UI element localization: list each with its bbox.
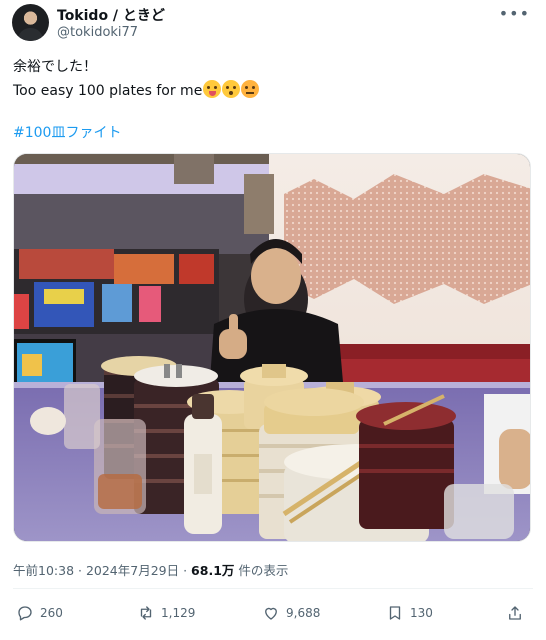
like-count: 9,688	[286, 606, 321, 620]
hashtag-link[interactable]: #100皿ファイト	[13, 122, 121, 142]
photo-sushi-plates	[14, 154, 530, 541]
bookmark-button[interactable]: 130	[386, 604, 433, 622]
tweet-text-line-2: Too easy 100 plates for me	[13, 80, 260, 99]
bookmark-count: 130	[410, 606, 433, 620]
heart-icon	[265, 607, 277, 620]
reply-count: 260	[40, 606, 63, 620]
tweet: Tokido / ときど @tokidoki77 ••• 余裕でした！ Too …	[0, 0, 546, 640]
tweet-text-line-1: 余裕でした！	[13, 59, 97, 75]
views-label: 件の表示	[234, 563, 289, 578]
retweet-icon	[140, 606, 152, 620]
avatar[interactable]	[12, 4, 49, 41]
author-name[interactable]: Tokido / ときど	[57, 5, 165, 25]
more-options-icon[interactable]: •••	[499, 4, 530, 23]
action-bar: 260 1,129 9,688 130	[0, 600, 546, 630]
views-count: 68.1万	[191, 563, 235, 578]
share-icon	[509, 606, 521, 620]
divider	[13, 588, 533, 589]
yum-face-emoji-icon	[203, 80, 222, 98]
reply-icon	[18, 606, 32, 621]
tweet-timestamp[interactable]: 午前10:38 · 2024年7月29日 ·	[13, 563, 191, 578]
kissing-face-emoji-icon	[222, 80, 241, 98]
share-button[interactable]	[506, 604, 524, 622]
reply-button[interactable]: 260	[16, 604, 63, 622]
tweet-meta: 午前10:38 · 2024年7月29日 · 68.1万 件の表示	[13, 560, 288, 579]
retweet-button[interactable]: 1,129	[137, 604, 195, 622]
author-handle[interactable]: @tokidoki77	[57, 25, 138, 40]
bookmark-icon	[389, 606, 401, 620]
triumph-face-emoji-icon	[241, 80, 260, 98]
tweet-text-line-2-text: Too easy 100 plates for me	[13, 83, 203, 99]
retweet-count: 1,129	[161, 606, 196, 620]
like-button[interactable]: 9,688	[262, 604, 320, 622]
tweet-photo[interactable]	[13, 153, 531, 542]
